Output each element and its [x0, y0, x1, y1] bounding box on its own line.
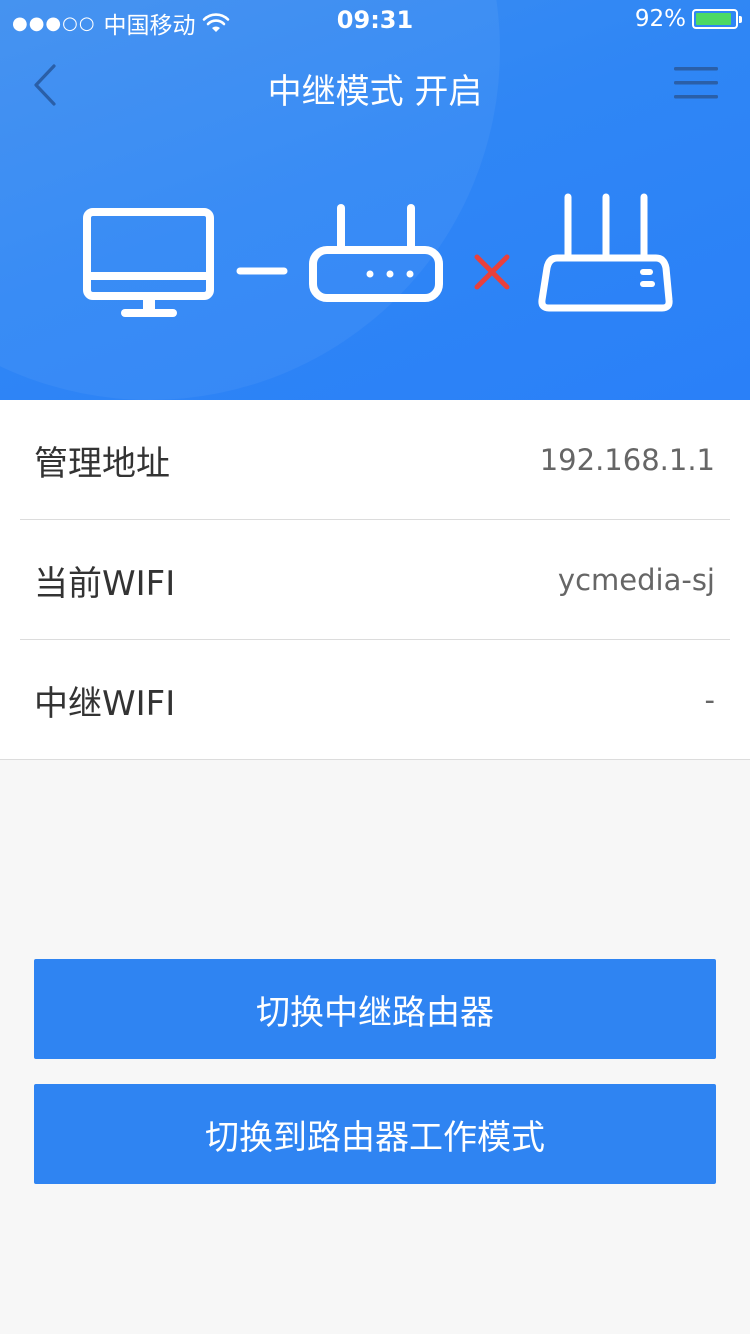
divider — [0, 759, 750, 760]
info-value: ycmedia-sj — [557, 563, 715, 597]
info-value: - — [704, 683, 715, 717]
status-bar: ●●●○○ 中国移动 09:31 92% — [0, 0, 750, 40]
info-value: 192.168.1.1 — [539, 443, 715, 477]
battery-icon — [692, 9, 742, 29]
connection-illustration — [83, 193, 673, 317]
page-title: 中继模式 开启 — [267, 72, 483, 112]
red-x-icon — [474, 254, 510, 290]
monitor-icon — [83, 208, 214, 317]
switch-repeater-router-button[interactable]: 切换中继路由器 — [34, 959, 716, 1059]
hamburger-menu-icon[interactable] — [672, 64, 720, 104]
switch-to-router-mode-button[interactable]: 切换到路由器工作模式 — [34, 1084, 716, 1184]
header-hero: ●●●○○ 中国移动 09:31 92% 中继模式 开启 — [0, 0, 750, 400]
info-label: 管理地址 — [34, 443, 170, 484]
info-row-repeater-wifi: 中继WIFI - — [0, 640, 750, 760]
info-label: 中继WIFI — [34, 683, 176, 724]
battery-percent: 92% — [634, 6, 686, 32]
router-antenna-icon — [538, 193, 673, 312]
nav-bar: 中继模式 开启 — [0, 40, 750, 130]
info-list: 管理地址 192.168.1.1 当前WIFI ycmedia-sj 中继WIF… — [0, 400, 750, 760]
info-row-current-wifi: 当前WIFI ycmedia-sj — [0, 520, 750, 640]
router-icon — [309, 204, 443, 302]
info-label: 当前WIFI — [34, 563, 176, 604]
info-row-admin-address: 管理地址 192.168.1.1 — [0, 400, 750, 520]
battery-fill — [696, 13, 731, 25]
